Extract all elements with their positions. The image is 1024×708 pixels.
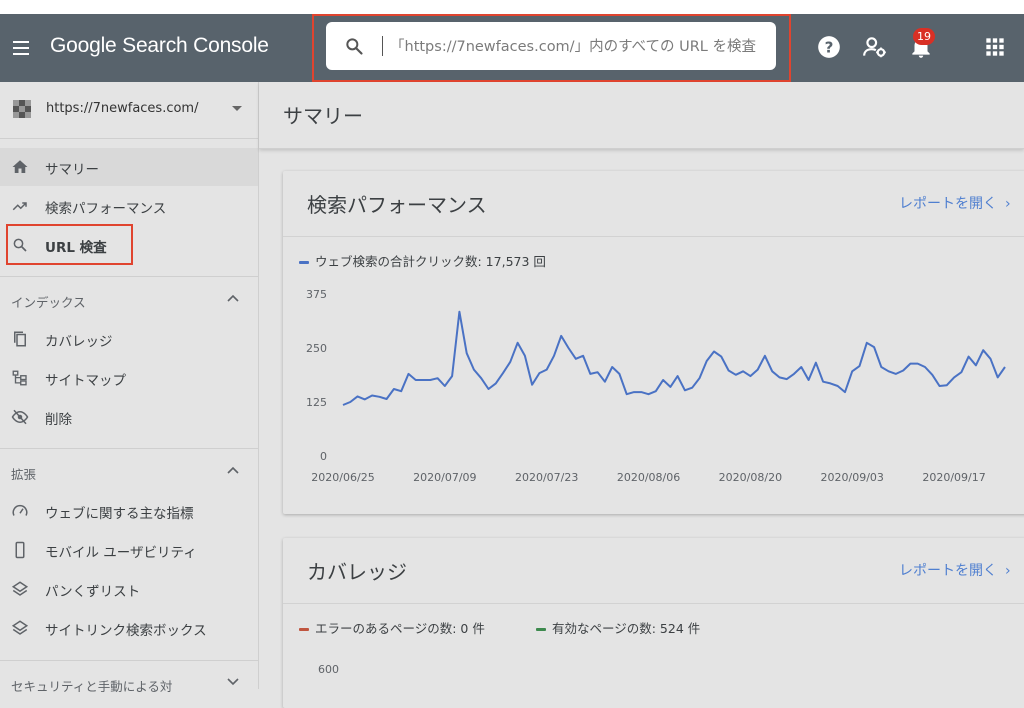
- x-tick-label: 2020/08/20: [719, 471, 782, 484]
- open-report-link[interactable]: レポートを開く ›: [899, 560, 1011, 580]
- section-title: インデックス: [11, 295, 86, 310]
- series-line-clicks: [342, 310, 1006, 406]
- clicks-line-chart: 0 125 250 375 2020/06/25 2020/07/09 2020/07/23…: [306, 288, 1006, 484]
- sidebar-item-label: サイトリンク検索ボックス: [45, 623, 207, 639]
- sidebar-item-label: パンくずリスト: [45, 584, 141, 600]
- legend-valid: 有効なページの数: 524 件: [536, 618, 700, 637]
- layers-icon: [11, 620, 29, 635]
- legend-swatch-green: [536, 628, 546, 631]
- page-header: サマリー: [259, 82, 1024, 149]
- menu-icon[interactable]: [10, 36, 34, 60]
- legend-label: 有効なページの数: 524 件: [552, 621, 701, 636]
- legend-label: エラーのあるページの数: 0 件: [315, 621, 485, 636]
- sidebar-item-label: サマリー: [45, 162, 99, 178]
- property-selector[interactable]: https://7newfaces.com/: [0, 82, 258, 139]
- main-content: サマリー 検索パフォーマンス レポートを開く › ウェブ検索の合計クリック数: 1…: [259, 82, 1024, 708]
- smartphone-icon: [15, 541, 25, 559]
- sidebar-item-removals[interactable]: 削除: [0, 398, 258, 436]
- app-logo: Google Search Console: [50, 34, 269, 57]
- layers-icon: [11, 581, 29, 596]
- notification-count-badge: 19: [913, 28, 935, 45]
- open-report-label: レポートを開く: [899, 563, 997, 579]
- section-title: 拡張: [11, 467, 37, 482]
- sidebar-item-sitemaps[interactable]: サイトマップ: [0, 359, 258, 397]
- sidebar-item-label: サイトマップ: [45, 373, 126, 389]
- sidebar-item-label: ウェブに関する主な指標: [45, 506, 194, 522]
- sidebar-nav: https://7newfaces.com/ サマリー 検索パフォーマンス UR…: [0, 82, 259, 694]
- legend-error: エラーのあるページの数: 0 件: [299, 618, 485, 637]
- sidebar-item-label: 検索パフォーマンス: [45, 201, 167, 217]
- x-tick-label: 2020/08/06: [617, 471, 680, 484]
- y-tick-label: 600: [318, 663, 339, 676]
- apps-grid-icon[interactable]: [982, 34, 1008, 60]
- section-security-manual-actions[interactable]: セキュリティと手動による対: [0, 660, 258, 705]
- coverage-card: カバレッジ レポートを開く › エラーのあるページの数: 0 件 有効なページの数…: [283, 538, 1024, 708]
- eye-off-icon: [11, 409, 29, 425]
- sidebar-item-label: モバイル ユーザビリティ: [45, 545, 197, 561]
- page-title: サマリー: [283, 104, 363, 128]
- y-tick-label: 375: [306, 288, 327, 301]
- sidebar-item-summary[interactable]: サマリー: [0, 148, 258, 186]
- speedometer-icon: [12, 504, 28, 516]
- top-white-strip: [0, 0, 1024, 14]
- sidebar-item-coverage[interactable]: カバレッジ: [0, 320, 258, 358]
- chevron-right-icon: ›: [1005, 563, 1011, 579]
- sidebar-item-breadcrumbs[interactable]: パンくずリスト: [0, 570, 258, 608]
- dropdown-arrow-icon: [232, 106, 242, 111]
- url-inspection-search[interactable]: [326, 22, 776, 70]
- sidebar-item-mobile-usability[interactable]: モバイル ユーザビリティ: [0, 531, 258, 569]
- trending-up-icon: [12, 202, 27, 211]
- copy-pages-icon: [14, 331, 26, 347]
- chevron-up-icon: [227, 294, 239, 302]
- text-caret: [382, 36, 383, 56]
- y-tick-label: 0: [320, 450, 327, 463]
- chevron-down-icon: [227, 678, 239, 686]
- search-icon: [346, 38, 363, 55]
- x-tick-label: 2020/07/23: [515, 471, 578, 484]
- x-tick-label: 2020/07/09: [413, 471, 476, 484]
- performance-card: 検索パフォーマンス レポートを開く › ウェブ検索の合計クリック数: 17,573…: [283, 171, 1024, 514]
- url-inspection-input[interactable]: [388, 32, 772, 62]
- home-icon: [12, 160, 28, 173]
- sidebar-item-label: カバレッジ: [45, 334, 113, 350]
- chevron-up-icon: [227, 466, 239, 474]
- sidebar-item-search-performance[interactable]: 検索パフォーマンス: [0, 187, 258, 225]
- section-title: セキュリティと手動による対: [11, 679, 173, 694]
- section-index[interactable]: インデックス: [0, 276, 258, 321]
- app-header: Google Search Console ? 19: [0, 14, 1024, 82]
- svg-text:?: ?: [825, 38, 834, 56]
- sidebar-item-label: 削除: [45, 412, 72, 428]
- manage-users-icon[interactable]: [862, 34, 888, 60]
- site-favicon-icon: [13, 100, 31, 118]
- property-url: https://7newfaces.com/: [46, 101, 199, 116]
- x-tick-label: 2020/09/03: [821, 471, 884, 484]
- x-tick-label: 2020/06/25: [311, 471, 374, 484]
- y-tick-label: 125: [306, 396, 327, 409]
- card-title: カバレッジ: [307, 560, 407, 584]
- help-icon[interactable]: ?: [816, 34, 842, 60]
- sidebar-item-sitelinks-searchbox[interactable]: サイトリンク検索ボックス: [0, 609, 258, 647]
- legend-swatch-red: [299, 628, 309, 631]
- y-tick-label: 250: [306, 342, 327, 355]
- sidebar-item-core-web-vitals[interactable]: ウェブに関する主な指標: [0, 492, 258, 530]
- sitemap-icon: [12, 370, 27, 386]
- section-enhancements[interactable]: 拡張: [0, 448, 258, 493]
- card-divider: [283, 603, 1024, 604]
- url-inspection-highlight-outline: [6, 224, 133, 265]
- x-tick-label: 2020/09/17: [922, 471, 985, 484]
